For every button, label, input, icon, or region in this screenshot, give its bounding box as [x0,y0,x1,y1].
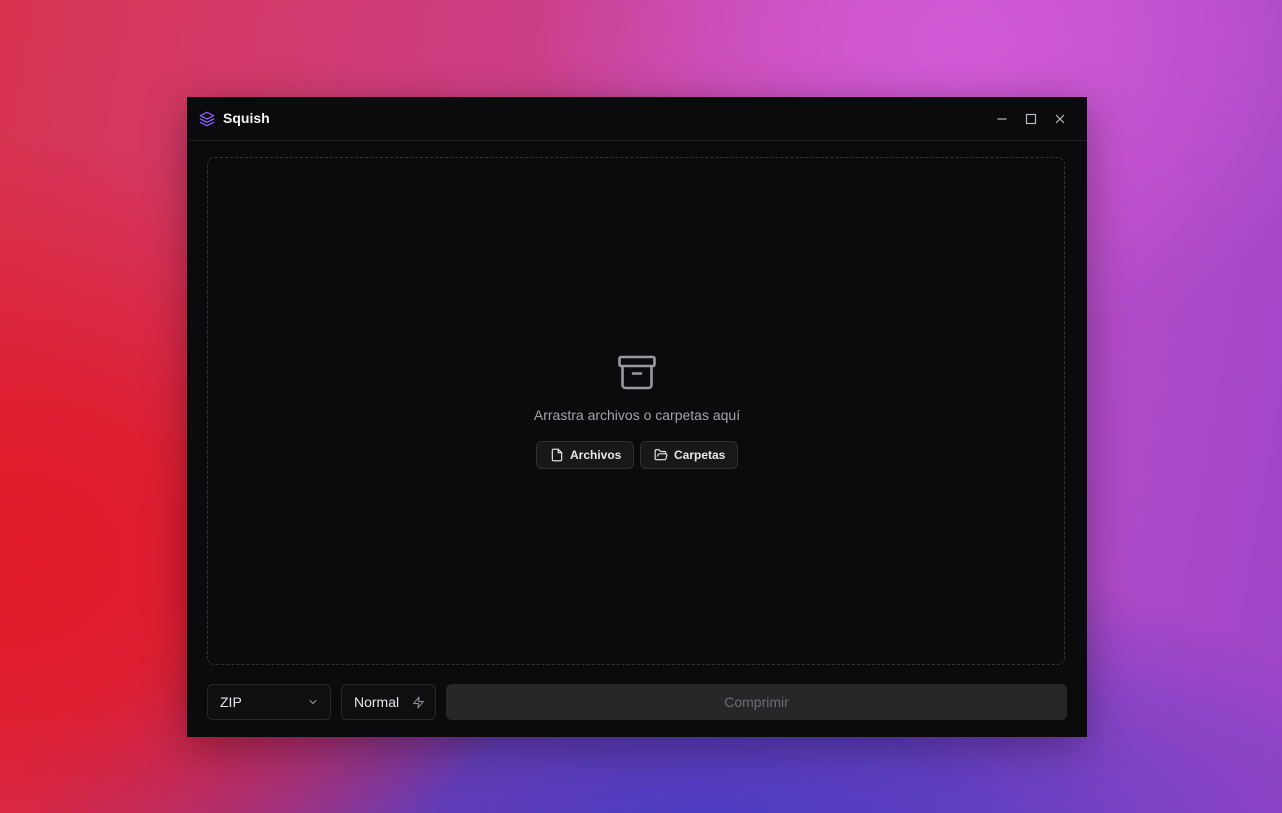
title-bar[interactable]: Squish [187,97,1087,141]
compression-level-value: Normal [354,694,400,710]
close-button[interactable] [1050,109,1070,129]
format-select[interactable]: ZIP [207,684,331,720]
chevron-down-icon [309,700,317,704]
layers-icon [199,111,215,127]
app-window: Squish Arrastra archivos o carpetas aquí [187,97,1087,737]
close-icon [1055,114,1065,124]
zap-icon [413,696,424,708]
compression-level-select[interactable]: Normal [341,684,436,720]
archive-icon [618,355,656,390]
select-files-label: Archivos [570,448,622,462]
minimize-icon [997,118,1007,120]
app-title: Squish [223,110,270,126]
file-icon [551,448,563,462]
minimize-button[interactable] [992,109,1012,129]
select-folders-button[interactable]: Carpetas [640,441,739,469]
maximize-icon [1025,113,1037,125]
compress-button-label: Comprimir [724,694,789,710]
select-files-button[interactable]: Archivos [536,441,635,469]
format-select-value: ZIP [220,694,242,710]
maximize-button[interactable] [1021,109,1041,129]
drop-instructions: Arrastra archivos o carpetas aquí [533,407,741,423]
compress-button[interactable]: Comprimir [446,684,1067,720]
select-folders-label: Carpetas [674,448,726,462]
folder-open-icon [654,449,668,461]
